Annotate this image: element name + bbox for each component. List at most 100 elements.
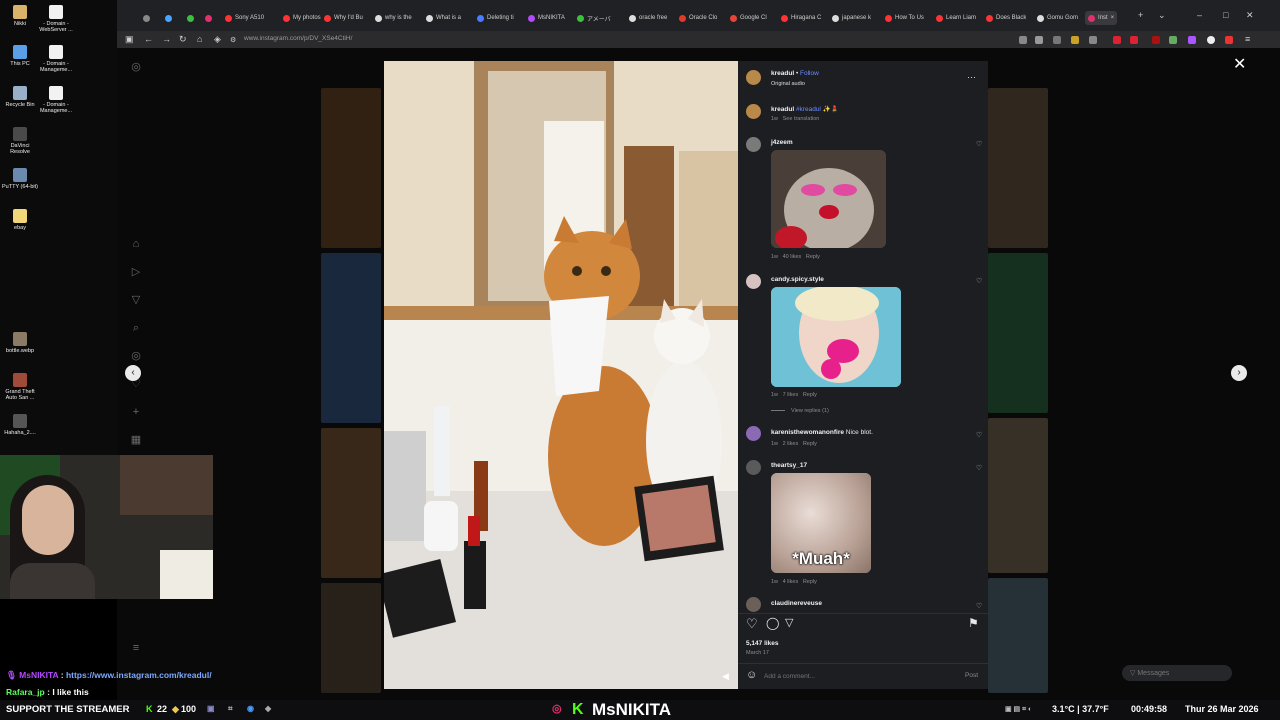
post-image[interactable]: ◀︎ xyxy=(384,61,738,689)
like-count[interactable]: 5,147 likes xyxy=(746,640,779,647)
comment-likes[interactable]: 4 likes xyxy=(783,579,799,585)
see-translation-link[interactable]: See translation xyxy=(783,116,820,122)
browser-tab[interactable]: oracle free xyxy=(629,11,667,25)
explore-icon[interactable]: ◎ xyxy=(130,350,142,362)
mute-icon[interactable]: ◀︎ xyxy=(722,671,729,682)
comment-likes[interactable]: 7 likes xyxy=(783,392,799,398)
browser-tab[interactable]: Does Black xyxy=(986,11,1026,25)
browser-tab[interactable]: Deleting ti xyxy=(477,11,514,25)
comment-gif[interactable] xyxy=(771,287,901,387)
instagram-logo-icon[interactable]: ◎ xyxy=(130,61,142,73)
browser-tab[interactable]: What is a xyxy=(426,11,461,25)
reply-button[interactable]: Reply xyxy=(803,392,817,398)
extension-icon[interactable] xyxy=(1225,36,1233,44)
desktop-icon[interactable]: ebay xyxy=(0,209,40,231)
menu-icon[interactable]: ≡ xyxy=(1245,34,1250,44)
send-icon[interactable]: ▽ xyxy=(130,294,142,306)
next-post-icon[interactable]: › xyxy=(1231,365,1247,381)
more-options-icon[interactable]: ··· xyxy=(967,72,976,82)
browser-tab[interactable]: why is the xyxy=(375,11,412,25)
taskbar-icon[interactable]: ◆ xyxy=(265,704,271,713)
taskbar-icon[interactable]: ▣ xyxy=(207,704,215,713)
add-comment-input[interactable] xyxy=(764,669,944,683)
close-window-button[interactable]: ✕ xyxy=(1246,10,1254,21)
audio-label[interactable]: Original audio xyxy=(771,81,805,87)
desktop-icon[interactable]: This PC xyxy=(0,45,40,67)
taskbar-icon[interactable]: ⌗ xyxy=(228,704,233,714)
extension-icon[interactable] xyxy=(1152,36,1160,44)
reader-icon[interactable] xyxy=(1019,36,1027,44)
save-icon[interactable]: ⚑ xyxy=(968,616,979,630)
close-tab-icon[interactable]: × xyxy=(1111,15,1115,21)
desktop-icon[interactable]: PuTTY (64-bit) xyxy=(0,168,40,190)
browser-tab[interactable]: japanese k xyxy=(832,11,871,25)
minimize-button[interactable]: – xyxy=(1197,10,1202,20)
extension-icon[interactable] xyxy=(1130,36,1138,44)
browser-tab[interactable]: MsNIKITA xyxy=(528,11,565,25)
comment-like-icon[interactable]: ♡ xyxy=(976,277,982,285)
new-tab-button[interactable]: + xyxy=(1138,10,1143,20)
reply-button[interactable]: Reply xyxy=(803,441,817,447)
commenter-avatar[interactable] xyxy=(746,274,761,289)
comment-username[interactable]: theartsy_17 xyxy=(771,462,807,469)
back-icon[interactable]: ← xyxy=(144,34,153,44)
follow-button[interactable]: Follow xyxy=(800,70,819,77)
comment-likes[interactable]: 40 likes xyxy=(783,254,802,260)
home-icon[interactable]: ⌂ xyxy=(130,238,142,250)
previous-post-icon[interactable]: ‹ xyxy=(125,365,141,381)
browser-tab[interactable]: Sony A510 xyxy=(225,11,264,25)
extension-icon[interactable] xyxy=(1188,36,1196,44)
forward-icon[interactable]: → xyxy=(162,34,171,44)
comment-icon[interactable]: ◯ xyxy=(766,616,779,630)
commenter-avatar[interactable] xyxy=(746,460,761,475)
comment-username[interactable]: j4zeem xyxy=(771,139,793,146)
comment-username[interactable]: claudinereveuse xyxy=(771,600,822,607)
comment-like-icon[interactable]: ♡ xyxy=(976,464,982,472)
comment-like-icon[interactable]: ♡ xyxy=(976,140,982,148)
desktop-icon[interactable]: bottle.webp xyxy=(0,332,40,354)
desktop-icon[interactable]: - Domain - Manageme... xyxy=(36,45,76,73)
dashboard-icon[interactable]: ▦ xyxy=(130,434,142,446)
url-input[interactable]: www.instagram.com/p/DV_XSe4CtiH/ xyxy=(244,35,352,42)
maximize-button[interactable]: □ xyxy=(1223,10,1228,20)
desktop-icon[interactable]: - Domain - Manageme... xyxy=(36,86,76,114)
browser-tab[interactable] xyxy=(205,11,212,25)
download-icon[interactable] xyxy=(1053,36,1061,44)
author-username[interactable]: kreadul xyxy=(771,70,794,77)
sidebar-toggle-icon[interactable]: ▣ xyxy=(125,34,134,45)
desktop-icon[interactable]: Hahaha_2.... xyxy=(0,414,40,436)
comment-gif[interactable]: *Muah* xyxy=(771,473,871,573)
like-icon[interactable]: ♡ xyxy=(746,616,758,632)
browser-tab[interactable] xyxy=(187,11,194,25)
comment-username[interactable]: karenisthewomanonfire xyxy=(771,429,844,436)
home-icon[interactable]: ⌂ xyxy=(197,34,202,44)
post-comment-button[interactable]: Post xyxy=(965,672,978,679)
shield-icon[interactable]: ◈ xyxy=(214,34,221,45)
browser-tab[interactable]: Why I'd Bu xyxy=(324,11,363,25)
browser-tab[interactable] xyxy=(165,11,172,25)
hashtag-link[interactable]: #kreadul xyxy=(796,106,821,113)
comment-gif[interactable] xyxy=(771,150,886,248)
bookmark-star-icon[interactable] xyxy=(1035,36,1043,44)
caption-avatar[interactable] xyxy=(746,104,761,119)
messages-button[interactable]: ▽ Messages xyxy=(1122,665,1232,681)
browser-tab[interactable]: How To Us xyxy=(885,11,924,25)
browser-tab[interactable]: Google Cl xyxy=(730,11,767,25)
comment-username[interactable]: candy.spicy.style xyxy=(771,276,824,283)
browser-tab[interactable]: Hiragana C xyxy=(781,11,821,25)
commenter-avatar[interactable] xyxy=(746,426,761,441)
reload-icon[interactable]: ↻ xyxy=(179,34,187,45)
reels-icon[interactable]: ▷ xyxy=(130,266,142,278)
author-avatar[interactable] xyxy=(746,70,761,85)
reply-button[interactable]: Reply xyxy=(803,579,817,585)
search-icon[interactable]: ⌕ xyxy=(130,322,142,334)
close-modal-icon[interactable]: ✕ xyxy=(1233,54,1246,74)
comment-likes[interactable]: 2 likes xyxy=(783,441,799,447)
extension-icon[interactable] xyxy=(1169,36,1177,44)
site-info-icon[interactable]: ⚙ xyxy=(230,36,236,44)
desktop-icon[interactable]: DaVinci Resolve xyxy=(0,127,40,155)
desktop-icon[interactable]: Recycle Bin xyxy=(0,86,40,108)
tab-list-icon[interactable]: ⌄ xyxy=(1158,10,1166,21)
desktop-icon[interactable]: Grand Theft Auto San ... xyxy=(0,373,40,401)
comment-like-icon[interactable]: ♡ xyxy=(976,431,982,439)
